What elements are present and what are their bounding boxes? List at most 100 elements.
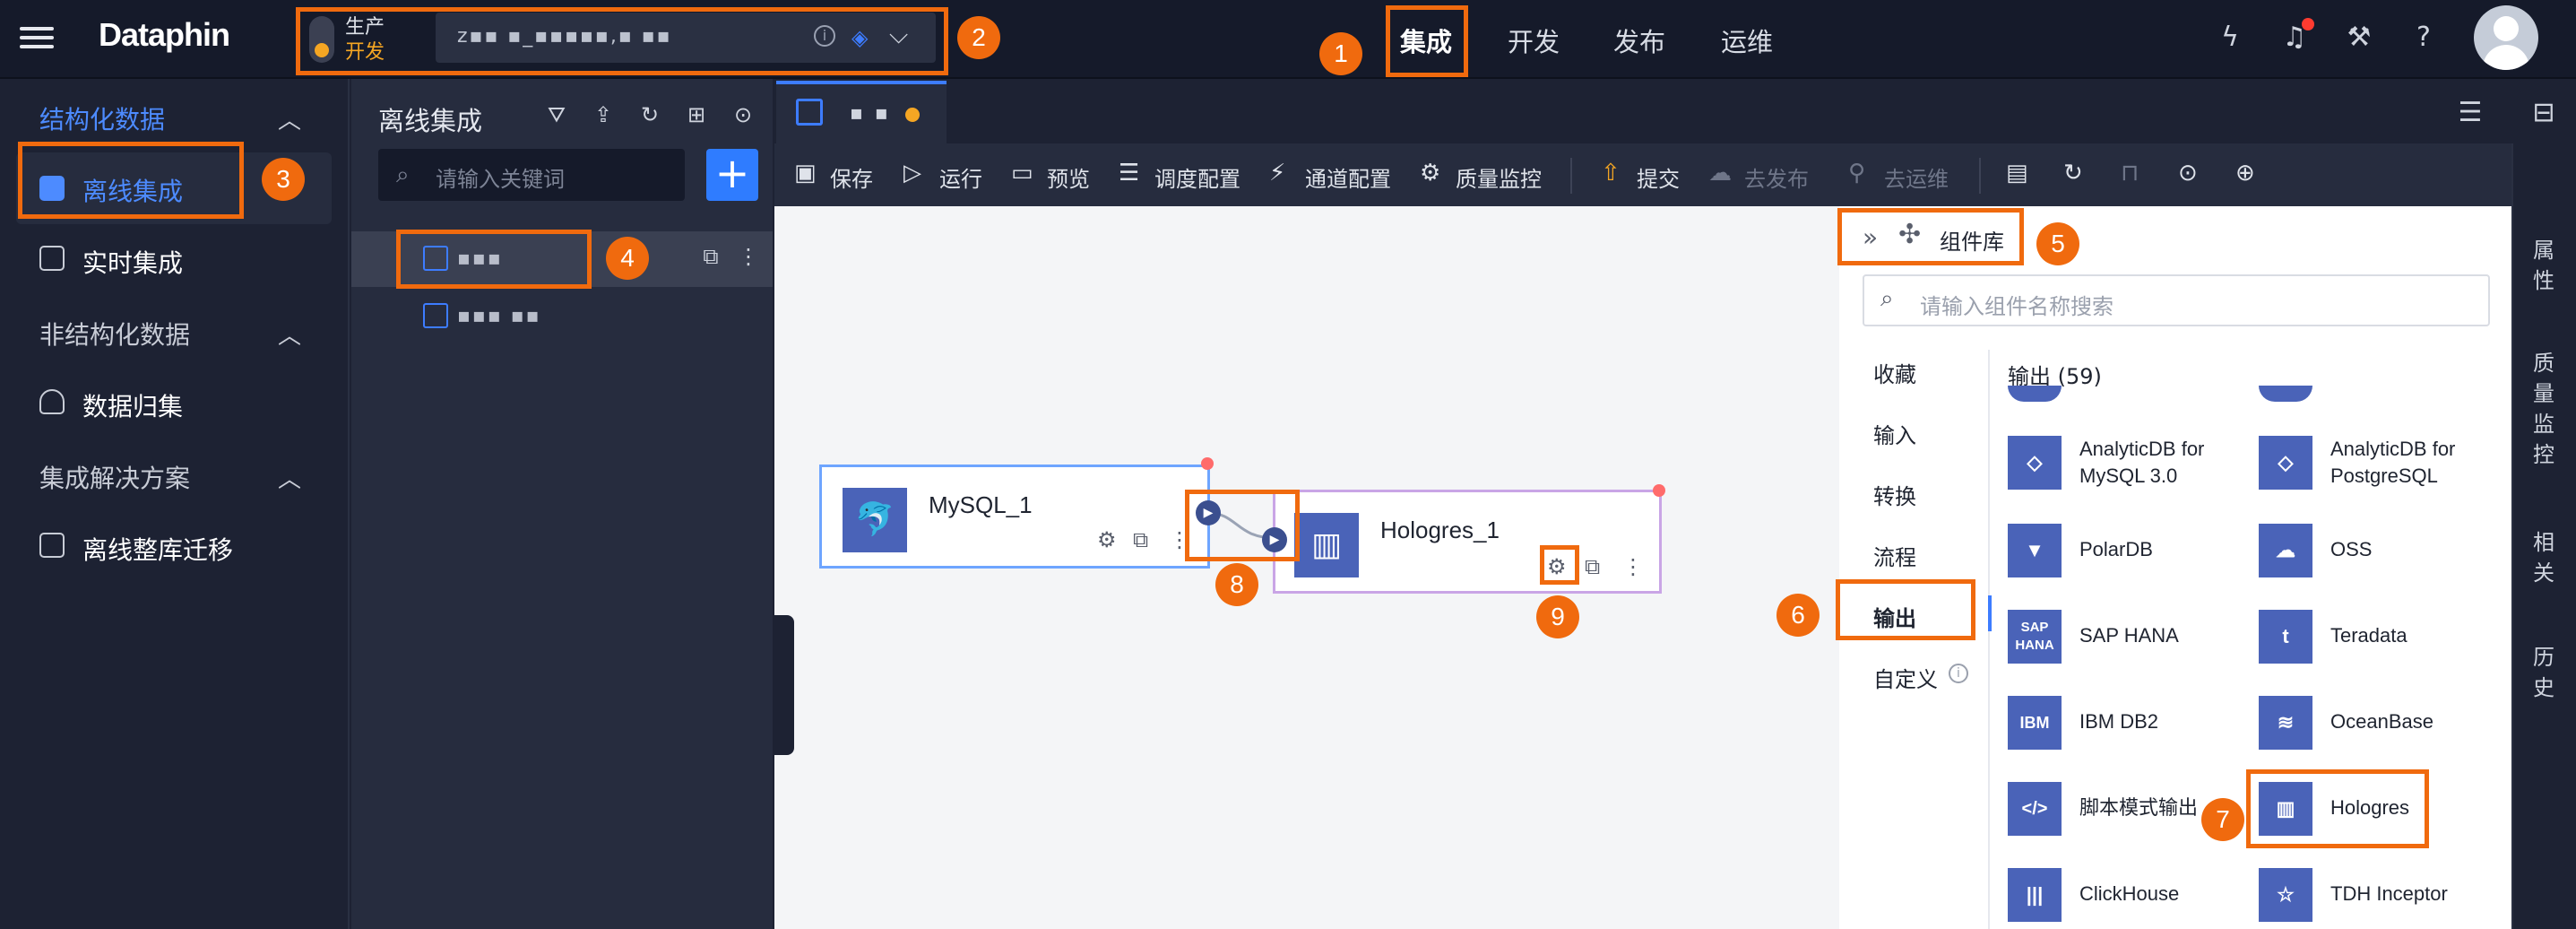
tab-file-icon [796,99,823,126]
highlight-nav-box [1386,5,1468,77]
section-structured[interactable]: 结构化数据 [39,100,165,136]
reload-icon[interactable]: ↻ [2063,160,2083,187]
quality-monitor-button[interactable]: 质量监控 [1456,161,1542,193]
divider [1570,158,1572,194]
target-dot [1653,484,1665,497]
tree-item-2[interactable]: ▪▪▪ ▪▪ [457,305,541,327]
marker-6: 6 [1776,594,1820,637]
channel-config-button[interactable]: 通道配置 [1305,161,1391,193]
component-name[interactable]: OceanBase [2330,708,2433,735]
mysql-icon: 🐬 [843,488,907,552]
tree-title: 离线集成 [378,106,483,136]
rail-quality[interactable]: 质量监控 [2533,348,2554,470]
nav-publish[interactable]: 发布 [1613,22,1665,59]
oss-icon[interactable]: ☁ [2259,524,2312,577]
publish-button[interactable]: 去发布 [1744,161,1809,193]
upload-icon[interactable]: ⇪ [590,102,617,129]
category-custom[interactable]: 自定义 [1873,662,1938,693]
menu-icon[interactable] [20,22,54,57]
hologres-icon: ▥ [1294,513,1359,577]
oceanbase-icon[interactable]: ≋ [2259,696,2312,750]
lightning-icon[interactable]: ϟ [2212,20,2248,56]
component-icon-partial [2259,386,2312,402]
submit-button[interactable]: 提交 [1637,161,1680,193]
channel-icon: ⚡ [1269,160,1286,187]
marker-7: 7 [2201,798,2244,841]
component-name[interactable]: TDH Inceptor [2330,881,2448,907]
refresh-icon[interactable]: ↻ [636,102,663,129]
section-unstructured[interactable]: 非结构化数据 [39,316,190,352]
list-icon[interactable]: ☰ [2452,95,2488,131]
category-transform[interactable]: 转换 [1873,479,1916,510]
component-name[interactable]: OSS [2330,536,2372,563]
new-folder-icon[interactable]: ⊞ [683,102,710,129]
teradata-icon[interactable]: t [2259,610,2312,664]
collapse-handle[interactable] [774,615,794,755]
ibm-db2-icon[interactable]: IBM [2008,696,2062,750]
polardb-icon[interactable]: ▼ [2008,524,2062,577]
adb-mysql-icon[interactable]: ◇ [2008,436,2062,490]
clickhouse-icon[interactable]: ||| [2008,868,2062,922]
script-output-icon[interactable]: </> [2008,782,2062,836]
wrench-icon[interactable]: ⚒ [2341,20,2377,56]
section-solutions[interactable]: 集成解决方案 [39,459,190,495]
save-button[interactable]: 保存 [830,161,873,193]
rail-properties[interactable]: 属性 [2533,235,2554,296]
component-name[interactable]: PolarDB [2079,536,2153,563]
layout-icon[interactable]: ⊟ [2526,95,2562,131]
ops-button[interactable]: 去运维 [1884,161,1949,193]
chevron-up-icon[interactable]: ︿ [278,461,301,494]
settings-icon[interactable]: ⚙ [1097,527,1117,552]
adb-postgresql-icon[interactable]: ◇ [2259,436,2312,490]
location-icon[interactable]: ⊙ [2178,160,2198,187]
chevron-up-icon[interactable]: ︿ [278,102,301,135]
filter-icon[interactable]: ⛛ [543,102,570,129]
more-icon[interactable]: ⋮ [735,244,762,271]
copy-icon[interactable]: ⧉ [1585,554,1600,579]
sidebar-item-archive[interactable]: 数据归集 [82,387,183,423]
category-favorites[interactable]: 收藏 [1873,357,1916,388]
nav-ops[interactable]: 运维 [1721,22,1773,59]
avatar[interactable] [2474,5,2538,70]
component-name[interactable]: 脚本模式输出 [2079,794,2198,821]
unsaved-dot [905,108,920,122]
help-icon[interactable]: ? [2406,20,2442,56]
component-name[interactable]: Teradata [2330,622,2407,649]
copy-icon[interactable]: ⧉ [1133,527,1148,552]
rail-related[interactable]: 相关 [2533,527,2554,588]
chevron-up-icon[interactable]: ︿ [278,317,301,351]
preview-button[interactable]: 预览 [1047,161,1090,193]
component-name[interactable]: ClickHouse [2079,881,2179,907]
component-name[interactable]: AnalyticDB for PostgreSQL [2330,436,2455,490]
component-name[interactable]: IBM DB2 [2079,708,2158,735]
sap-hana-icon[interactable]: SAP HANA [2008,610,2062,664]
sidebar-item-migration[interactable]: 离线整库迁移 [82,531,233,567]
schedule-config-button[interactable]: 调度配置 [1154,161,1240,193]
ops-icon: ⚲ [1848,160,1866,187]
rail-history[interactable]: 历史 [2533,642,2554,703]
highlight-hologres [2246,769,2429,848]
divider [1979,158,1981,194]
info-icon[interactable]: i [1949,664,1968,683]
library-search-input[interactable]: 请输入组件名称搜索 [1863,274,2490,326]
component-name[interactable]: SAP HANA [2079,622,2179,649]
locate-icon[interactable]: ⊙ [730,102,756,129]
terminal-icon[interactable]: ▤ [2006,160,2028,187]
category-active-bar [1988,595,1992,631]
more-icon[interactable]: ⋮ [1622,554,1644,579]
more-icon[interactable]: ⊕ [2235,160,2255,187]
category-input[interactable]: 输入 [1873,418,1916,449]
nav-develop[interactable]: 开发 [1508,22,1560,59]
run-button[interactable]: 运行 [939,161,982,193]
tree-search-input[interactable]: 请输入关键词 [378,149,685,201]
lock-icon[interactable]: ⊓ [2121,160,2139,187]
component-name[interactable]: AnalyticDB for MySQL 3.0 [2079,436,2204,490]
highlight-connection [1185,490,1300,561]
source-node-title: MySQL_1 [929,491,1033,518]
tdh-inceptor-icon[interactable]: ☆ [2259,868,2312,922]
copy-icon[interactable]: ⧉ [697,244,724,271]
add-button[interactable]: + [706,149,758,201]
highlight-tree-item [396,230,592,289]
sidebar-item-realtime[interactable]: 实时集成 [82,244,183,280]
category-flow[interactable]: 流程 [1873,540,1916,571]
